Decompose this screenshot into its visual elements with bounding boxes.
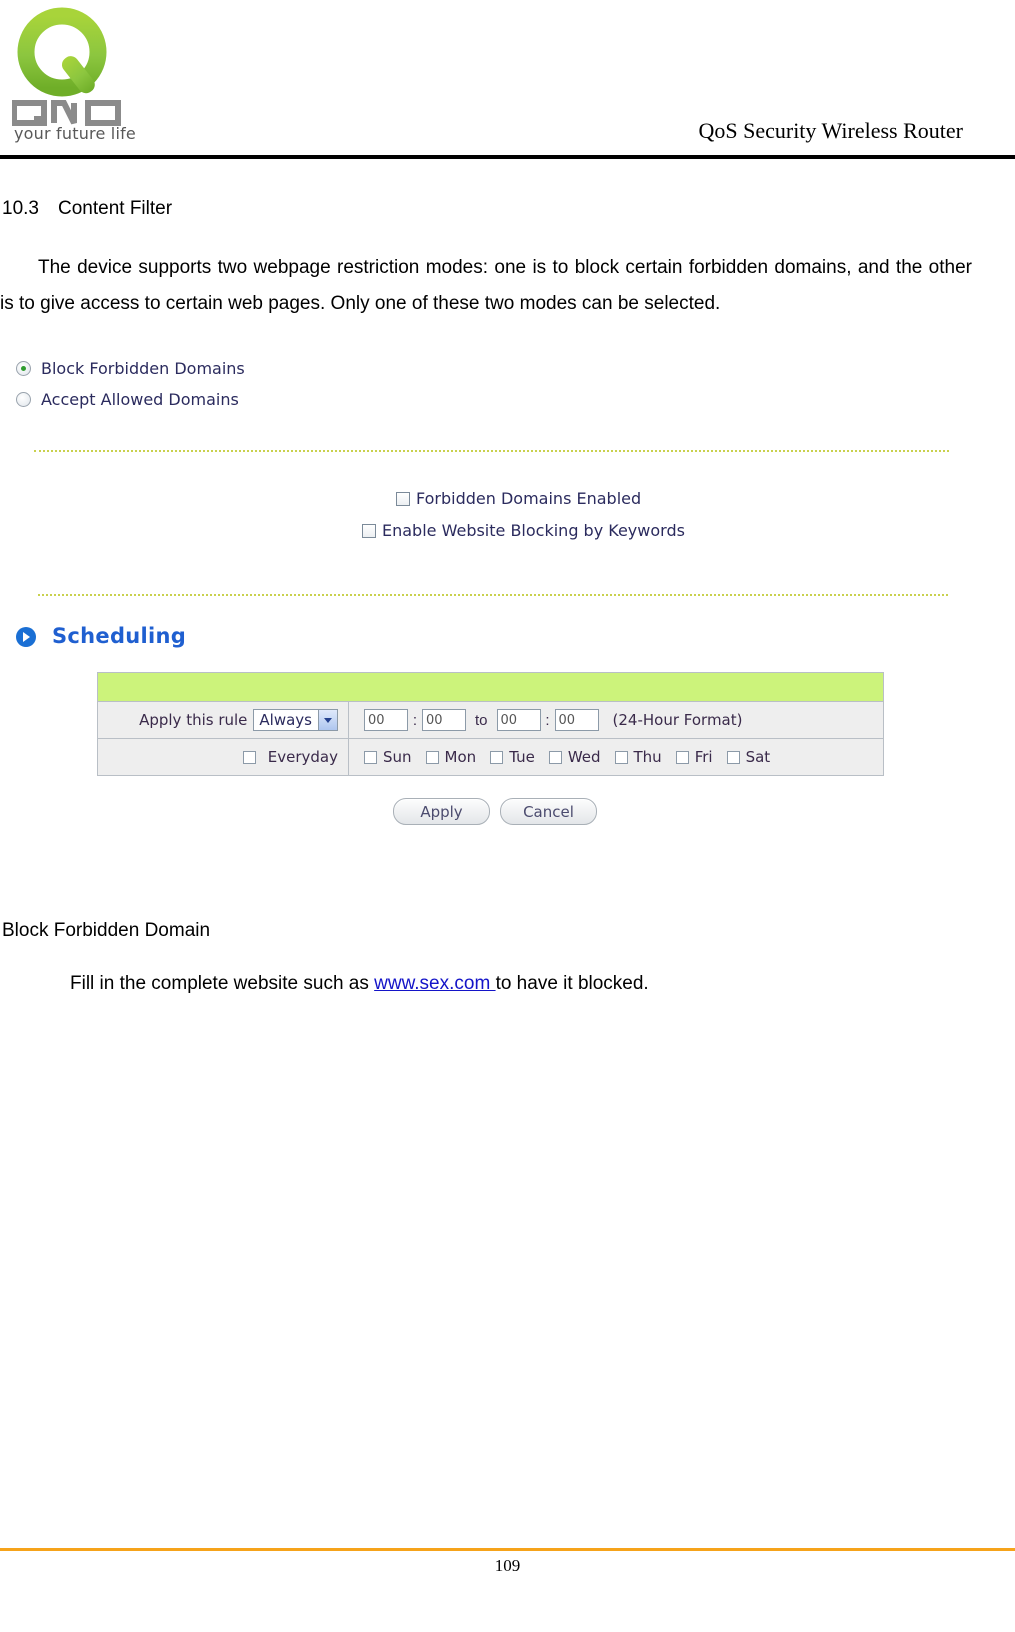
dotted-divider-top bbox=[34, 450, 949, 452]
section-paragraph-text: The device supports two webpage restrict… bbox=[0, 257, 972, 314]
checkbox-icon[interactable] bbox=[396, 492, 410, 506]
checkbox-icon[interactable] bbox=[675, 751, 689, 764]
page-number: 109 bbox=[494, 1556, 521, 1575]
logo-wordmark bbox=[11, 100, 132, 126]
day-sun[interactable]: Sun bbox=[364, 748, 412, 766]
checkbox-forbidden-domains-enabled-label: Forbidden Domains Enabled bbox=[416, 489, 642, 508]
time-to-label: to bbox=[475, 711, 488, 729]
footer-divider bbox=[0, 1548, 1015, 1551]
radio-selected-icon[interactable] bbox=[16, 361, 31, 376]
checkbox-icon[interactable] bbox=[425, 751, 439, 764]
day-thu-label: Thu bbox=[633, 748, 662, 766]
day-sat-label: Sat bbox=[745, 748, 771, 766]
day-mon-label: Mon bbox=[444, 748, 477, 766]
time-range-cell: : to : (24-Hour Format) bbox=[349, 702, 883, 738]
time-format-note: (24-Hour Format) bbox=[612, 711, 743, 729]
dotted-divider-bottom bbox=[38, 594, 948, 596]
day-thu[interactable]: Thu bbox=[614, 748, 662, 766]
start-hour-input[interactable] bbox=[364, 709, 408, 731]
subheading-block-forbidden-domain: Block Forbidden Domain bbox=[2, 920, 211, 941]
weekday-cell: Sun Mon Tue Wed Thu Fri Sat bbox=[349, 739, 883, 775]
checkbox-icon[interactable] bbox=[364, 751, 377, 764]
checkbox-enable-website-blocking-by-keywords[interactable]: Enable Website Blocking by Keywords bbox=[362, 521, 685, 540]
apply-rule-cell: Apply this rule Always bbox=[98, 702, 349, 738]
apply-button[interactable]: Apply bbox=[393, 798, 490, 825]
scheduling-heading-label: Scheduling bbox=[52, 624, 187, 648]
radio-unselected-icon[interactable] bbox=[16, 392, 31, 407]
page-header: your future life QoS Security Wireless R… bbox=[0, 0, 1015, 160]
checkbox-forbidden-domains-enabled[interactable]: Forbidden Domains Enabled bbox=[396, 489, 641, 508]
form-actions: Apply Cancel bbox=[393, 798, 597, 825]
fill-in-prefix: Fill in the complete website such as bbox=[70, 973, 375, 994]
end-hour-input[interactable] bbox=[496, 709, 541, 731]
header-title: QoS Security Wireless Router bbox=[698, 118, 963, 143]
rule-select-value: Always bbox=[259, 711, 312, 729]
day-sat[interactable]: Sat bbox=[726, 748, 771, 766]
radio-accept-allowed-domains[interactable]: Accept Allowed Domains bbox=[16, 390, 239, 409]
logo-tagline: your future life bbox=[14, 124, 136, 143]
example-website-link[interactable]: www.sex.com bbox=[374, 973, 495, 994]
checkbox-icon[interactable] bbox=[490, 751, 504, 764]
header-divider bbox=[0, 155, 1015, 159]
section-paragraph: The device supports two webpage restrict… bbox=[0, 250, 972, 322]
cancel-button[interactable]: Cancel bbox=[500, 798, 597, 825]
scheduling-table: Apply this rule Always : to : (24-Hour F… bbox=[97, 672, 884, 776]
day-mon[interactable]: Mon bbox=[425, 748, 477, 766]
section-title: Content Filter bbox=[58, 198, 173, 219]
day-tue-label: Tue bbox=[509, 748, 535, 766]
checkbox-enable-website-blocking-label: Enable Website Blocking by Keywords bbox=[382, 521, 685, 540]
apply-rule-label: Apply this rule bbox=[139, 711, 248, 729]
table-row-days: Everyday Sun Mon Tue Wed Thu Fri Sat bbox=[98, 739, 883, 775]
end-minute-input[interactable] bbox=[554, 709, 599, 731]
time-colon-start: : bbox=[412, 711, 418, 729]
table-header-bar bbox=[98, 673, 883, 702]
day-fri[interactable]: Fri bbox=[675, 748, 713, 766]
scheduling-header: Scheduling bbox=[16, 624, 186, 648]
radio-block-forbidden-domains-label: Block Forbidden Domains bbox=[41, 359, 245, 378]
table-row-apply-rule: Apply this rule Always : to : (24-Hour F… bbox=[98, 702, 883, 739]
day-tue[interactable]: Tue bbox=[490, 748, 535, 766]
arrow-right-circle-icon bbox=[16, 627, 36, 647]
start-minute-input[interactable] bbox=[422, 709, 466, 731]
everyday-cell[interactable]: Everyday bbox=[98, 739, 349, 775]
day-wed-label: Wed bbox=[567, 748, 601, 766]
router-ui-screenshot: Block Forbidden Domains Accept Allowed D… bbox=[0, 346, 972, 846]
time-colon-end: : bbox=[545, 711, 550, 729]
rule-select[interactable]: Always bbox=[253, 709, 338, 731]
everyday-label: Everyday bbox=[267, 748, 338, 766]
fill-in-suffix: to have it blocked. bbox=[495, 973, 649, 994]
radio-accept-allowed-domains-label: Accept Allowed Domains bbox=[41, 390, 239, 409]
fill-in-instruction: Fill in the complete website such as www… bbox=[70, 973, 649, 995]
section-number: 10.3 bbox=[2, 198, 39, 219]
day-sun-label: Sun bbox=[383, 748, 412, 766]
checkbox-icon[interactable] bbox=[726, 751, 740, 764]
checkbox-icon[interactable] bbox=[548, 751, 562, 764]
radio-block-forbidden-domains[interactable]: Block Forbidden Domains bbox=[16, 359, 245, 378]
day-fri-label: Fri bbox=[694, 748, 713, 766]
logo-q-icon bbox=[14, 6, 122, 106]
checkbox-icon[interactable] bbox=[362, 524, 376, 538]
day-wed[interactable]: Wed bbox=[548, 748, 601, 766]
checkbox-icon[interactable] bbox=[242, 750, 256, 764]
chevron-down-icon[interactable] bbox=[318, 710, 337, 730]
qno-logo: your future life bbox=[8, 4, 138, 144]
checkbox-icon[interactable] bbox=[614, 751, 628, 764]
document-page: your future life QoS Security Wireless R… bbox=[0, 0, 1015, 1632]
